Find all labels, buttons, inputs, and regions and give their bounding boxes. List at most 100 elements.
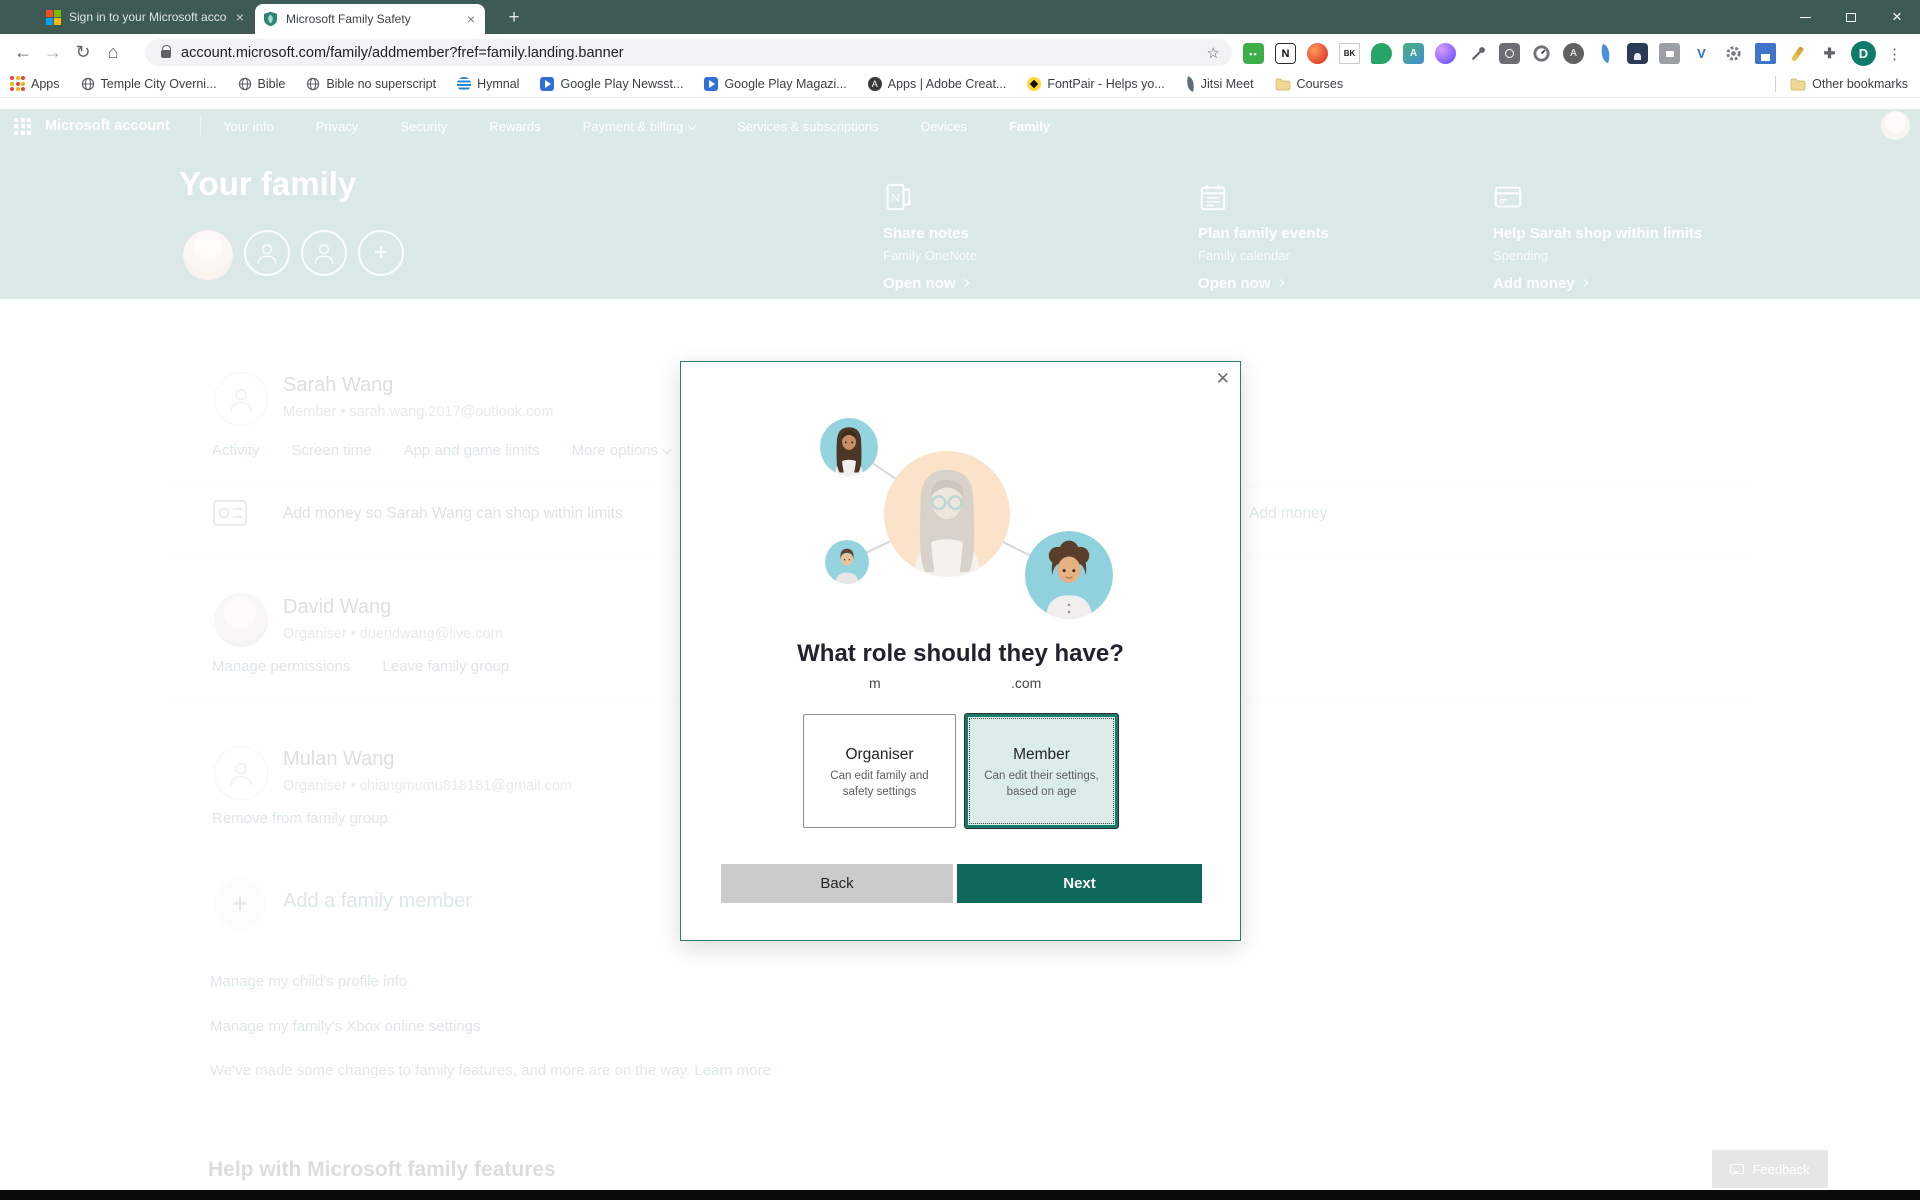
leaf-icon[interactable]	[1371, 43, 1392, 64]
tab-title: Sign in to your Microsoft accoun	[69, 10, 226, 24]
mountain-a-icon[interactable]: A	[1403, 43, 1424, 64]
browser-tab-strip: Sign in to your Microsoft accoun × Micro…	[0, 0, 1920, 34]
url-text: account.microsoft.com/family/addmember?f…	[181, 45, 624, 61]
bookmark-google-play-magazines[interactable]: Google Play Magazi...	[704, 77, 846, 91]
microsoft-logo-icon	[46, 10, 61, 25]
email-fragment-left: m	[869, 675, 881, 691]
role-description: Can edit family and safety settings	[821, 768, 939, 800]
window-maximize-button[interactable]	[1828, 0, 1874, 34]
brush-icon[interactable]	[1787, 43, 1808, 64]
gauge-icon[interactable]	[1531, 43, 1552, 64]
bottom-edge-strip	[0, 1190, 1920, 1200]
other-bookmarks[interactable]: Other bookmarks	[1790, 77, 1908, 91]
bookmark-label: Apps | Adobe Creat...	[888, 77, 1007, 91]
bookmark-fontpair[interactable]: FontPair - Helps yo...	[1027, 77, 1164, 91]
tab-title: Microsoft Family Safety	[286, 12, 457, 26]
bookmark-bible[interactable]: Bible	[238, 77, 286, 91]
gradient-circle-icon[interactable]	[1435, 43, 1456, 64]
save-icon[interactable]	[1755, 43, 1776, 64]
role-card-member[interactable]: Member Can edit their settings, based on…	[965, 714, 1118, 828]
bookmark-courses-folder[interactable]: Courses	[1275, 77, 1344, 91]
browser-toolbar: ← → ↻ ⌂ account.microsoft.com/family/add…	[0, 34, 1920, 70]
browser-menu-icon[interactable]: ⋮	[1887, 45, 1901, 63]
window-minimize-button[interactable]	[1782, 0, 1828, 34]
home-icon[interactable]: ⌂	[98, 37, 128, 67]
bookmark-bible-no-superscript[interactable]: Bible no superscript	[306, 77, 436, 91]
forward-icon[interactable]: →	[38, 37, 68, 67]
close-icon[interactable]: ×	[465, 12, 477, 26]
color-circle-icon[interactable]	[1307, 43, 1328, 64]
letter-a-circle-icon[interactable]: A	[1563, 43, 1584, 64]
parent-avatar-illustration	[884, 451, 1010, 577]
role-card-organiser[interactable]: Organiser Can edit family and safety set…	[803, 714, 956, 828]
bookmark-label: Bible no superscript	[326, 77, 436, 91]
lock-square-icon[interactable]	[1659, 43, 1680, 64]
apps-grid-icon	[10, 76, 25, 91]
window-controls: ×	[1782, 0, 1920, 34]
bookmark-label: Hymnal	[477, 77, 519, 91]
bookmark-label: FontPair - Helps yo...	[1047, 77, 1164, 91]
folder-icon	[1790, 77, 1806, 91]
bookmark-label: Google Play Newsst...	[560, 77, 683, 91]
bookmark-hymnal[interactable]: Hymnal	[457, 77, 519, 91]
lock-icon[interactable]	[161, 50, 171, 58]
address-bar[interactable]: account.microsoft.com/family/addmember?f…	[145, 39, 1232, 66]
tab-signin[interactable]: Sign in to your Microsoft accoun ×	[40, 0, 252, 34]
eyedropper-icon[interactable]	[1467, 43, 1488, 64]
email-fragment-right: .com	[1011, 675, 1041, 691]
robot-icon[interactable]: ▪▪	[1243, 43, 1264, 64]
globe-icon	[81, 77, 95, 91]
figure-icon[interactable]	[1627, 43, 1648, 64]
google-play-icon	[540, 77, 554, 91]
tab-family-safety[interactable]: Microsoft Family Safety ×	[255, 4, 485, 34]
member-avatar-illustration	[820, 418, 878, 476]
new-tab-button[interactable]: +	[500, 5, 528, 31]
feather-icon	[1184, 76, 1196, 92]
bookmark-jitsi[interactable]: Jitsi Meet	[1186, 77, 1254, 91]
adobe-icon: A	[868, 77, 882, 91]
back-button[interactable]: Back	[721, 864, 953, 903]
google-play-icon	[704, 77, 718, 91]
close-icon[interactable]: ×	[234, 10, 246, 24]
role-description: Can edit their settings, based on age	[983, 768, 1101, 800]
window-close-button[interactable]: ×	[1874, 0, 1920, 34]
bookmark-star-icon[interactable]: ☆	[1207, 44, 1220, 62]
bookmarks-bar: Apps Temple City Overni... Bible Bible n…	[0, 70, 1920, 98]
striped-globe-icon	[457, 77, 471, 91]
globe-icon	[306, 77, 320, 91]
next-button[interactable]: Next	[957, 864, 1202, 903]
family-illustration	[681, 362, 1241, 642]
bookmarks-separator	[1775, 76, 1776, 92]
translate-icon[interactable]: BK	[1339, 43, 1360, 64]
family-safety-shield-icon	[263, 11, 278, 27]
dialog-title: What role should they have?	[681, 640, 1240, 668]
camera-icon[interactable]	[1499, 43, 1520, 64]
feather-icon[interactable]	[1595, 43, 1616, 64]
child-avatar-illustration	[825, 540, 869, 584]
notion-icon[interactable]: N	[1275, 43, 1296, 64]
bookmark-google-play-newsstand[interactable]: Google Play Newsst...	[540, 77, 683, 91]
folder-icon	[1275, 77, 1291, 91]
add-member-role-dialog: ✕	[680, 361, 1241, 941]
bookmark-label: Jitsi Meet	[1201, 77, 1254, 91]
reload-icon[interactable]: ↻	[68, 37, 98, 67]
role-title: Organiser	[804, 746, 955, 764]
dialog-buttons: Back Next	[681, 864, 1240, 903]
bookmark-temple-city[interactable]: Temple City Overni...	[81, 77, 217, 91]
back-icon[interactable]: ←	[8, 37, 38, 67]
role-title: Member	[968, 746, 1115, 764]
shield-v-icon[interactable]: V	[1691, 43, 1712, 64]
other-bookmarks-label: Other bookmarks	[1812, 77, 1908, 91]
bookmark-adobe-apps[interactable]: A Apps | Adobe Creat...	[868, 77, 1007, 91]
extensions-row: ▪▪ N BK A A V ✚ D ⋮	[1243, 41, 1901, 66]
role-options: Organiser Can edit family and safety set…	[681, 714, 1240, 828]
globe-icon	[238, 77, 252, 91]
puzzle-icon[interactable]: ✚	[1819, 43, 1840, 64]
member-avatar-illustration	[1025, 531, 1113, 619]
bookmark-label: Google Play Magazi...	[724, 77, 846, 91]
bookmark-apps[interactable]: Apps	[10, 76, 60, 91]
bookmark-label: Courses	[1297, 77, 1344, 91]
bookmark-label: Temple City Overni...	[101, 77, 217, 91]
browser-profile-avatar[interactable]: D	[1851, 41, 1876, 66]
gear-icon[interactable]	[1723, 43, 1744, 64]
